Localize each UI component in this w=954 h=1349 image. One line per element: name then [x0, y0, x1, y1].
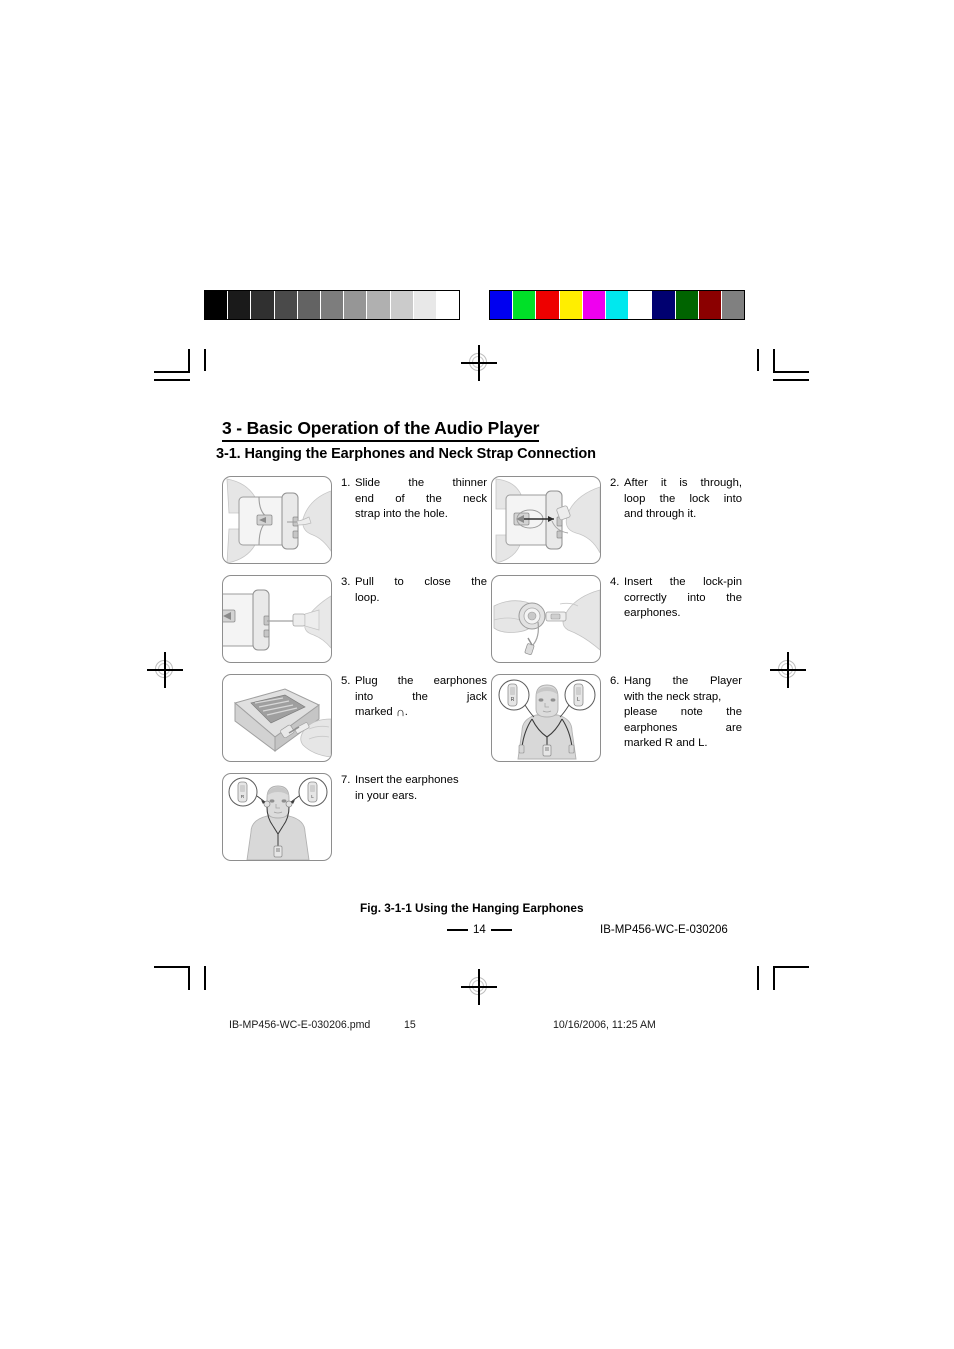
step-row: R L 7. Insert the earphones in your ears…	[222, 773, 742, 861]
registration-mark-right	[770, 652, 806, 688]
grayscale-swatch-0	[205, 291, 228, 319]
step-item-5: 5. Plug the earphones into the jack mark…	[222, 674, 487, 762]
step-5-last-line: marked ∩.	[355, 705, 408, 720]
grayscale-swatch-1	[227, 291, 251, 319]
instruction-steps: 1. Slide the thinner end of the neck str…	[222, 476, 742, 872]
color-swatch-8	[674, 291, 698, 319]
crop-mark-top-right	[757, 349, 809, 381]
step-6-number: 6.	[610, 675, 620, 687]
step-item-3: 3. Pull to close the loop.	[222, 575, 487, 663]
registration-mark-top	[461, 345, 497, 381]
step-2-body: After it is through, loop the lock into …	[624, 477, 742, 521]
section-title: 3-1. Hanging the Earphones and Neck Stra…	[216, 446, 596, 462]
grayscale-swatch-4	[296, 291, 320, 319]
step-item-7: R L 7. Insert the earphones in your ears…	[222, 773, 487, 861]
color-swatch-0	[490, 291, 513, 319]
step-row: 5. Plug the earphones into the jack mark…	[222, 674, 742, 762]
step-1-number: 1.	[341, 477, 351, 489]
grayscale-swatch-2	[250, 291, 274, 319]
step-7-number: 7.	[341, 774, 351, 786]
step-4-number: 4.	[610, 576, 620, 588]
color-swatch-3	[558, 291, 582, 319]
step-6-illustration: R L	[491, 674, 601, 762]
color-swatch-2	[535, 291, 559, 319]
grayscale-swatch-5	[319, 291, 344, 319]
grayscale-swatch-9	[412, 291, 436, 319]
page-number: 14	[447, 924, 512, 936]
grayscale-swatch-8	[389, 291, 413, 319]
step-row: 3. Pull to close the loop. 4. Insert the…	[222, 575, 742, 663]
step-5-number: 5.	[341, 675, 351, 687]
step-3-text: 3. Pull to close the loop.	[341, 575, 487, 663]
color-swatch-9	[697, 291, 721, 319]
print-footer-timestamp: 10/16/2006, 11:25 AM	[553, 1019, 656, 1031]
step-row: 1. Slide the thinner end of the neck str…	[222, 476, 742, 564]
color-swatch-10	[720, 291, 745, 319]
step-5-illustration	[222, 674, 332, 762]
grayscale-swatch-7	[366, 291, 390, 319]
color-swatch-5	[604, 291, 629, 319]
step-item-2: 2. After it is through, loop the lock in…	[487, 476, 742, 564]
document-code: IB-MP456-WC-E-030206	[600, 924, 728, 936]
step-3-number: 3.	[341, 576, 351, 588]
registration-mark-bottom	[461, 969, 497, 1005]
step-1-body: Slide the thinner end of the neck strap …	[355, 477, 487, 521]
step-1-illustration	[222, 476, 332, 564]
page-number-rule-left	[447, 929, 468, 931]
step-5-text: 5. Plug the earphones into the jack mark…	[341, 674, 487, 762]
step-4-illustration	[491, 575, 601, 663]
headphone-jack-symbol-icon: ∩	[395, 705, 405, 720]
step-5-body: Plug the earphones into the jack marked …	[355, 675, 487, 720]
page-number-rule-right	[490, 929, 512, 931]
color-swatch-6	[628, 291, 652, 319]
step-4-body: Insert the lock-pin correctly into the e…	[624, 576, 742, 620]
print-footer-sheet-number: 15	[404, 1019, 416, 1031]
step-7-text: 7. Insert the earphones in your ears.	[341, 773, 487, 861]
registration-mark-left	[147, 652, 183, 688]
step-1-text: 1. Slide the thinner end of the neck str…	[341, 476, 487, 564]
step-2-number: 2.	[610, 477, 620, 489]
step-3-illustration	[222, 575, 332, 663]
color-swatch-7	[651, 291, 675, 319]
crop-mark-top-left	[154, 349, 206, 381]
step-2-text: 2. After it is through, loop the lock in…	[610, 476, 742, 564]
svg-text:R: R	[511, 697, 515, 703]
step-4-text: 4. Insert the lock-pin correctly into th…	[610, 575, 742, 663]
step-6-body: Hang the Player with the neck strap, ple…	[624, 675, 742, 750]
page-title: 3 - Basic Operation of the Audio Player	[222, 418, 539, 442]
step-7-body: Insert the earphones in your ears.	[355, 774, 459, 802]
step-3-body: Pull to close the loop.	[355, 576, 487, 604]
color-swatch-1	[512, 291, 536, 319]
svg-text:L: L	[577, 697, 580, 703]
step-item-1: 1. Slide the thinner end of the neck str…	[222, 476, 487, 564]
step-7-illustration: R L	[222, 773, 332, 861]
grayscale-swatch-10	[435, 291, 460, 319]
grayscale-swatch-3	[273, 291, 297, 319]
crop-mark-bottom-left	[154, 966, 206, 998]
page-number-value: 14	[473, 924, 486, 936]
step-2-illustration	[491, 476, 601, 564]
figure-caption: Fig. 3-1-1 Using the Hanging Earphones	[360, 901, 584, 915]
step-item-4: 4. Insert the lock-pin correctly into th…	[487, 575, 742, 663]
step-6-text: 6. Hang the Player with the neck strap, …	[610, 674, 742, 762]
print-footer-filename: IB-MP456-WC-E-030206.pmd	[229, 1019, 371, 1031]
color-swatch-4	[581, 291, 605, 319]
grayscale-swatch-6	[343, 291, 367, 319]
step-item-6: R L 6. Hang the Player with the neck str…	[487, 674, 742, 762]
color-calibration-bar	[489, 290, 745, 320]
crop-mark-bottom-right	[757, 966, 809, 998]
svg-text:L: L	[311, 794, 314, 799]
grayscale-calibration-bar	[204, 290, 460, 320]
